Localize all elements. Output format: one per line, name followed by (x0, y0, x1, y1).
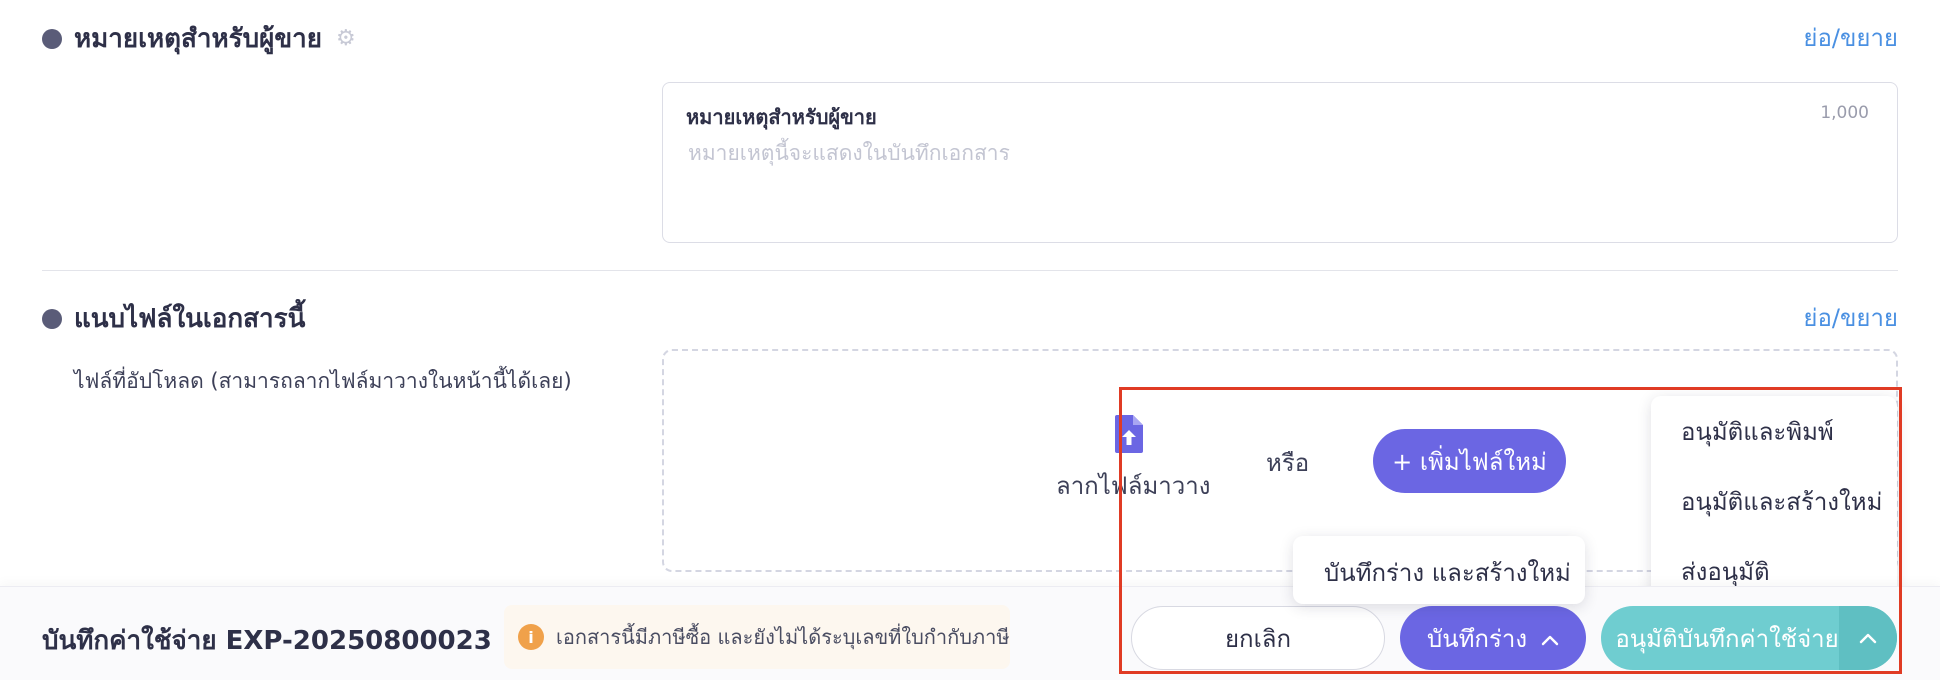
info-icon: i (518, 624, 544, 650)
tax-warning-text: เอกสารนี้มีภาษีซื้อ และยังไม่ได้ระบุเลขท… (556, 625, 1010, 649)
upload-description: ไฟล์ที่อัปโหลด (สามารถลากไฟล์มาวางในหน้า… (74, 369, 572, 393)
char-limit-counter: 1,000 (1820, 103, 1869, 123)
attachments-header: แนบไฟล์ในเอกสารนี้ (42, 298, 305, 339)
seller-notes-title: หมายเหตุสำหรับผู้ขาย (74, 24, 322, 54)
seller-notes-placeholder: หมายเหตุนี้จะแสดงในบันทึกเอกสาร (688, 141, 1010, 165)
gear-icon[interactable]: ⚙ (336, 26, 356, 51)
section-dot-icon (42, 308, 62, 329)
section-divider (42, 270, 1898, 271)
highlight-box (1119, 387, 1902, 674)
seller-notes-field-label: หมายเหตุสำหรับผู้ขาย (686, 105, 877, 129)
seller-notes-header: หมายเหตุสำหรับผู้ขาย ⚙ (42, 18, 356, 59)
attachments-toggle-link[interactable]: ย่อ/ขยาย (1803, 298, 1898, 337)
section-dot-icon (42, 28, 62, 49)
seller-notes-textarea[interactable]: หมายเหตุสำหรับผู้ขาย หมายเหตุนี้จะแสดงใน… (662, 82, 1898, 243)
seller-notes-toggle-link[interactable]: ย่อ/ขยาย (1803, 18, 1898, 57)
tax-warning-banner: i เอกสารนี้มีภาษีซื้อ และยังไม่ได้ระบุเล… (504, 605, 1010, 669)
document-title: บันทึกค่าใช้จ่าย EXP-20250800023 (42, 626, 492, 656)
attachments-title: แนบไฟล์ในเอกสารนี้ (74, 304, 306, 334)
